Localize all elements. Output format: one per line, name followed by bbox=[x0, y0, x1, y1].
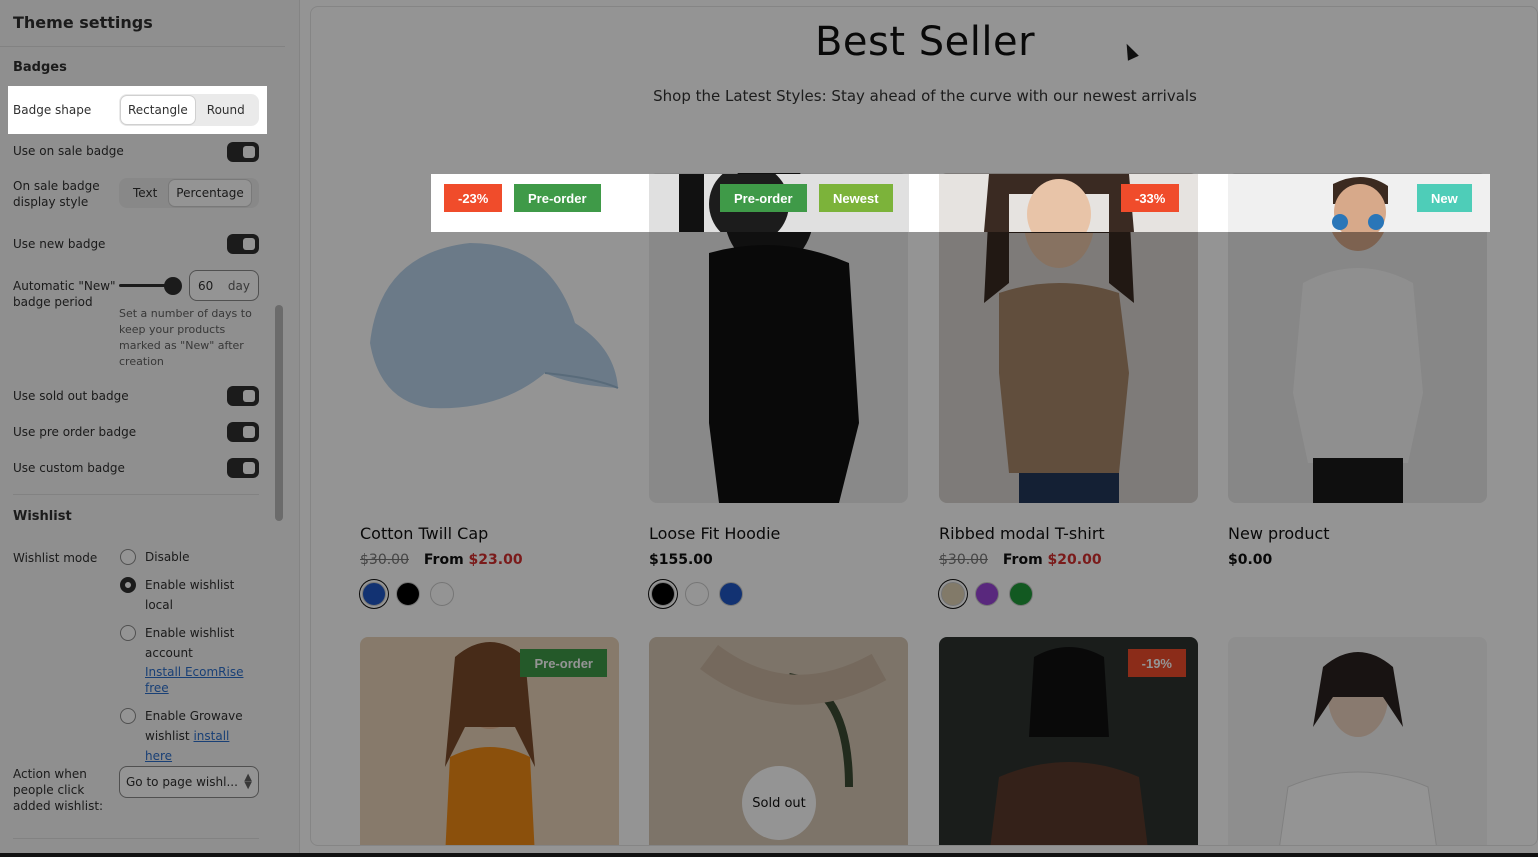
wishlist-local-label: Enable wishlist local bbox=[145, 578, 235, 612]
discount-badge: -33% bbox=[1121, 184, 1180, 212]
on-sale-style-percentage-option[interactable]: Percentage bbox=[169, 180, 251, 206]
badges-divider bbox=[13, 494, 259, 495]
wishlist-heading: Wishlist bbox=[13, 509, 72, 524]
wishlist-action-label: Action when people click added wishlist: bbox=[13, 767, 104, 813]
swatch-purple[interactable] bbox=[975, 582, 999, 606]
product-price-cap: $30.00 From $23.00 bbox=[360, 552, 523, 568]
product-price-hoodie: $155.00 bbox=[649, 552, 713, 568]
sold-out-badge: Sold out bbox=[742, 766, 816, 840]
store-preview: Best Seller Shop the Latest Styles: Stay… bbox=[310, 6, 1538, 846]
section-title: Best Seller bbox=[814, 19, 1036, 65]
swatch-white[interactable] bbox=[685, 582, 709, 606]
on-sale-style-label: On sale badge display style bbox=[13, 179, 100, 209]
swatch-blue[interactable] bbox=[362, 582, 386, 606]
swatch-beige[interactable] bbox=[941, 582, 965, 606]
sidebar-title: Theme settings bbox=[13, 13, 153, 32]
use-pre-order-toggle[interactable] bbox=[227, 422, 259, 442]
auto-new-days-input[interactable]: 60 day bbox=[189, 270, 259, 301]
badge-shape-segmented: Rectangle Round bbox=[119, 94, 259, 126]
ecomrise-install-link[interactable]: Install EcomRise free bbox=[145, 665, 243, 695]
auto-new-days-unit: day bbox=[227, 278, 250, 293]
wishlist-action-select[interactable]: Go to page wishl... ▲ ▼ bbox=[119, 766, 259, 798]
product-image-row2-4[interactable] bbox=[1228, 637, 1487, 845]
wishlist-local-radio[interactable] bbox=[120, 577, 136, 593]
select-chevron-icon: ▲ ▼ bbox=[244, 772, 252, 791]
wishlist-mode-label: Wishlist mode bbox=[13, 551, 98, 565]
old-price-cap: $30.00 bbox=[360, 552, 409, 568]
use-sold-out-toggle[interactable] bbox=[227, 386, 259, 406]
wishlist-growave-radio[interactable] bbox=[120, 708, 136, 724]
use-custom-label: Use custom badge bbox=[13, 461, 125, 475]
price-prefix-cap: From bbox=[423, 552, 464, 568]
swatch-blue[interactable] bbox=[719, 582, 743, 606]
ecomrise-install-link-wrap: Install EcomRise free bbox=[145, 664, 245, 696]
sale-price-tshirt: $20.00 bbox=[1047, 552, 1102, 568]
swatch-black[interactable] bbox=[651, 582, 675, 606]
product-price-tshirt: $30.00 From $20.00 bbox=[939, 552, 1102, 568]
auto-new-days-value: 60 bbox=[198, 278, 214, 293]
price-prefix-tshirt: From bbox=[1002, 552, 1043, 568]
auto-new-slider-handle[interactable] bbox=[164, 277, 182, 295]
badges-heading: Badges bbox=[13, 60, 67, 75]
sale-price-cap: $23.00 bbox=[468, 552, 523, 568]
woman-white-top-illustration bbox=[1279, 652, 1437, 845]
on-sale-style-text-option[interactable]: Text bbox=[121, 180, 169, 206]
use-new-label: Use new badge bbox=[13, 237, 106, 251]
use-custom-toggle[interactable] bbox=[227, 458, 259, 478]
title-divider bbox=[0, 46, 285, 47]
use-new-toggle[interactable] bbox=[227, 234, 259, 254]
badge-shape-rectangle-option[interactable]: Rectangle bbox=[121, 96, 195, 124]
badge-shape-round-option[interactable]: Round bbox=[195, 96, 257, 124]
product-name-cap[interactable]: Cotton Twill Cap bbox=[360, 524, 488, 543]
wishlist-action-value: Go to page wishl... bbox=[126, 775, 238, 789]
badge-highlight-strip: -23% Pre-order Pre-order Newest -33% New bbox=[431, 164, 1490, 249]
wishlist-disable-radio[interactable] bbox=[120, 549, 136, 565]
auto-new-help-text: Set a number of days to keep your produc… bbox=[119, 307, 252, 368]
newest-badge: Newest bbox=[819, 184, 893, 212]
badge-shape-label: Badge shape bbox=[13, 103, 92, 117]
auto-new-label: Automatic "New" badge period bbox=[13, 279, 116, 309]
product-image-row2-2[interactable]: Sold out bbox=[649, 637, 908, 845]
discount-badge: -19% bbox=[1127, 649, 1186, 677]
wishlist-divider bbox=[13, 838, 259, 839]
new-badge: New bbox=[1417, 184, 1472, 212]
bottom-edge bbox=[0, 853, 1538, 857]
swatch-green[interactable] bbox=[1009, 582, 1033, 606]
product-name-new[interactable]: New product bbox=[1228, 524, 1330, 543]
preorder-badge: Pre-order bbox=[520, 649, 607, 677]
discount-badge: -23% bbox=[444, 184, 503, 212]
preorder-badge: Pre-order bbox=[720, 184, 807, 212]
product-price-new: $0.00 bbox=[1228, 552, 1273, 568]
swatch-white[interactable] bbox=[430, 582, 454, 606]
swatch-black[interactable] bbox=[396, 582, 420, 606]
use-pre-order-label: Use pre order badge bbox=[13, 425, 137, 439]
product-name-hoodie[interactable]: Loose Fit Hoodie bbox=[649, 524, 780, 543]
sidebar-scrollbar[interactable] bbox=[275, 305, 283, 521]
on-sale-style-segmented: Text Percentage bbox=[119, 178, 259, 208]
use-sold-out-label: Use sold out badge bbox=[13, 389, 129, 403]
wishlist-disable-label: Disable bbox=[145, 550, 190, 564]
preorder-badge: Pre-order bbox=[514, 184, 601, 212]
use-on-sale-label: Use on sale badge bbox=[13, 144, 124, 158]
old-price-tshirt: $30.00 bbox=[939, 552, 988, 568]
wishlist-account-radio[interactable] bbox=[120, 625, 136, 641]
section-subtitle: Shop the Latest Styles: Stay ahead of th… bbox=[653, 87, 1197, 105]
product-image-row2-1[interactable]: Pre-order bbox=[360, 637, 619, 845]
product-name-tshirt[interactable]: Ribbed modal T-shirt bbox=[939, 524, 1105, 543]
wishlist-account-label: Enable wishlist account bbox=[145, 626, 235, 660]
wishlist-growave-label: Enable Growave wishlist install here bbox=[145, 706, 255, 766]
use-on-sale-toggle[interactable] bbox=[227, 142, 259, 162]
badge-shape-row: Badge shape Rectangle Round bbox=[8, 86, 267, 134]
product-image-row2-3[interactable]: -19% bbox=[939, 637, 1198, 845]
